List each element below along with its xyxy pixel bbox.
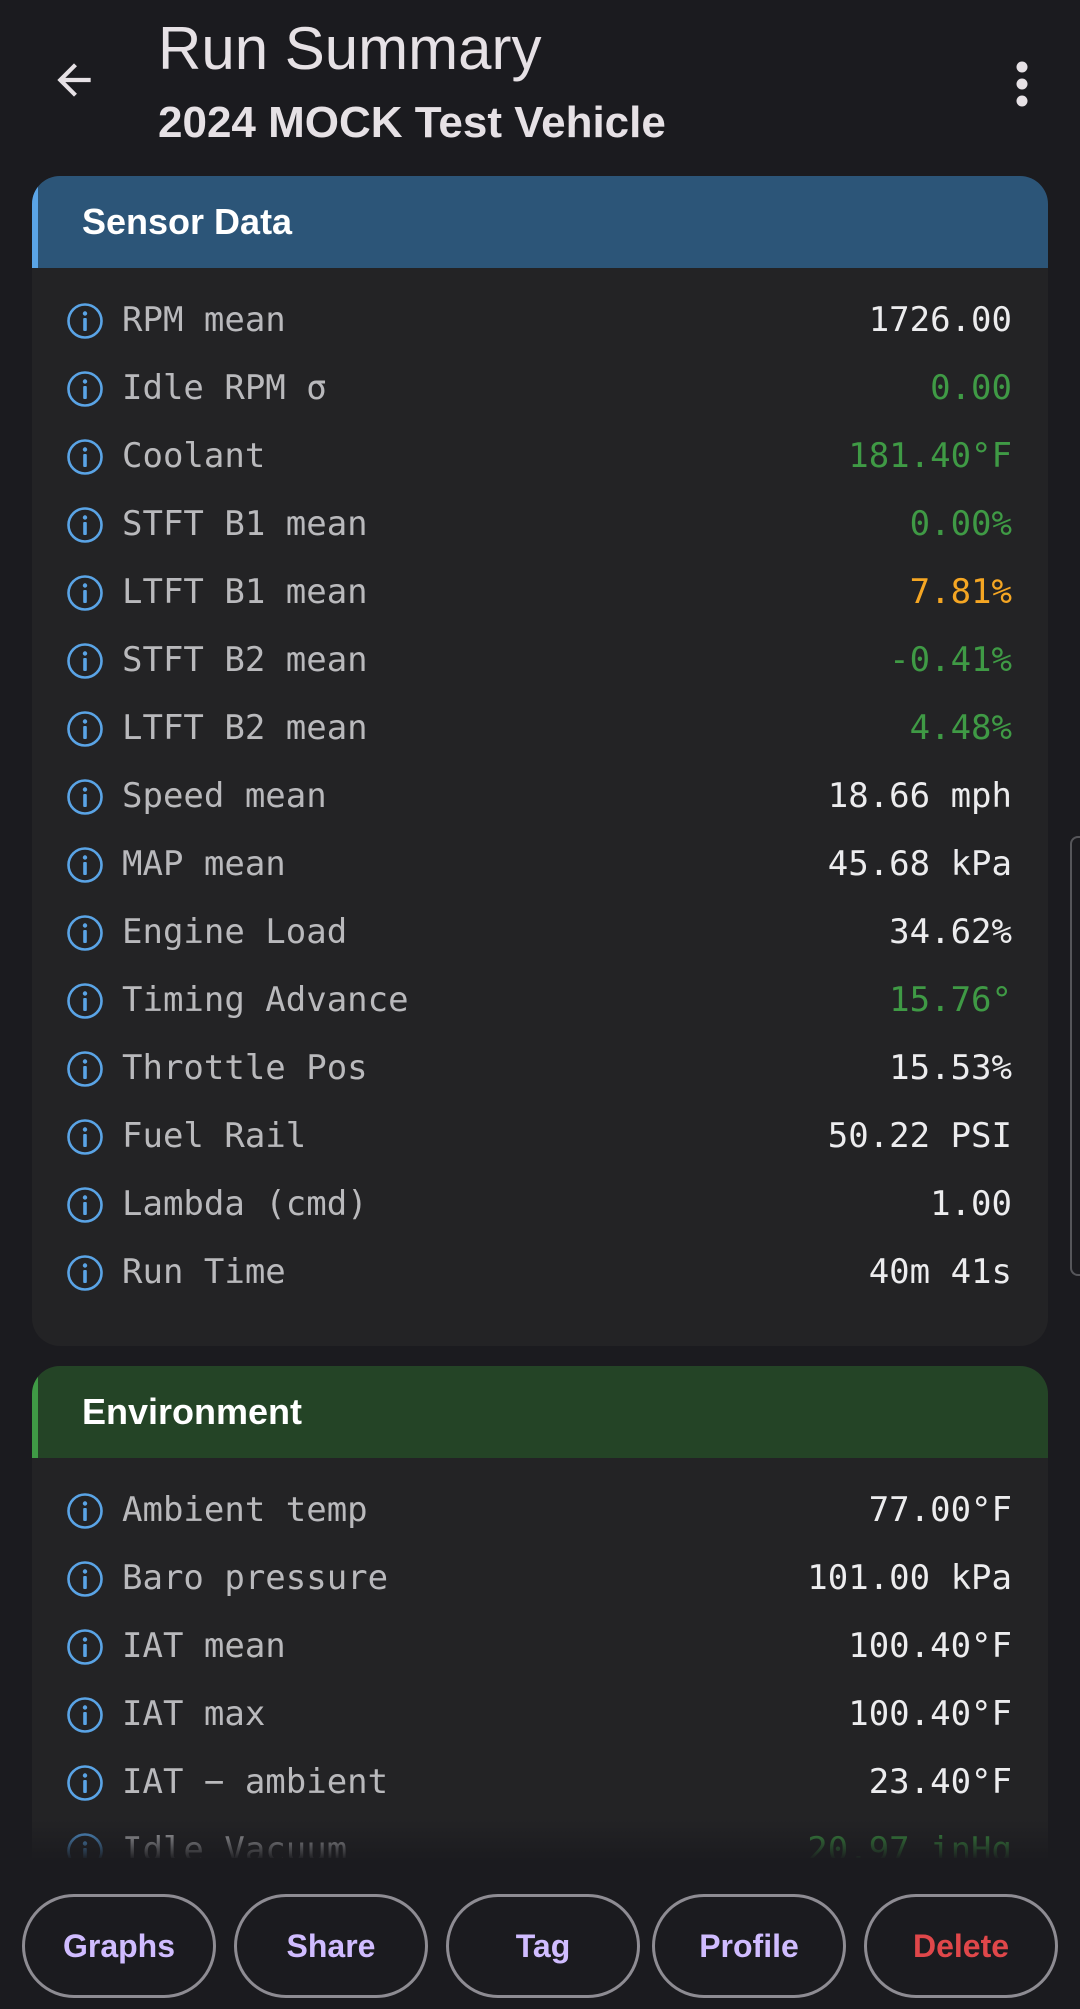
info-icon[interactable] [66, 1254, 104, 1292]
graphs-button[interactable]: Graphs [22, 1894, 216, 1998]
metric-label: RPM mean [122, 300, 286, 340]
metric-value: 100.40°F [848, 1626, 1012, 1666]
overflow-menu-button[interactable] [986, 48, 1058, 120]
metric-label: MAP mean [122, 844, 286, 884]
info-icon[interactable] [66, 778, 104, 816]
metric-row: Ambient temp 77.00°F [32, 1476, 1048, 1544]
metric-row: RPM mean 1726.00 [32, 286, 1048, 354]
page-title: Run Summary [158, 15, 542, 82]
metric-label: LTFT B1 mean [122, 572, 368, 612]
metric-label: Engine Load [122, 912, 348, 952]
info-icon[interactable] [66, 1492, 104, 1530]
tag-button[interactable]: Tag [446, 1894, 640, 1998]
metric-label: LTFT B2 mean [122, 708, 368, 748]
metric-row: MAP mean 45.68 kPa [32, 830, 1048, 898]
metric-value: 1726.00 [868, 300, 1012, 340]
info-icon[interactable] [66, 302, 104, 340]
metric-value: 15.76° [889, 980, 1012, 1020]
metric-value: 0.00% [909, 504, 1012, 544]
profile-button[interactable]: Profile [652, 1894, 846, 1998]
info-icon[interactable] [66, 1118, 104, 1156]
metric-label: STFT B2 mean [122, 640, 368, 680]
metric-value: 181.40°F [848, 436, 1012, 476]
info-icon[interactable] [66, 438, 104, 476]
info-icon[interactable] [66, 710, 104, 748]
metric-value: 0.00 [930, 368, 1012, 408]
info-icon[interactable] [66, 1186, 104, 1224]
metric-row: Idle RPM σ 0.00 [32, 354, 1048, 422]
metric-label: Throttle Pos [122, 1048, 368, 1088]
metric-value: 18.66 mph [827, 776, 1012, 816]
top-app-bar: Run Summary 2024 MOCK Test Vehicle [0, 0, 1080, 170]
info-icon[interactable] [66, 846, 104, 884]
metric-row: LTFT B1 mean 7.81% [32, 558, 1048, 626]
share-button[interactable]: Share [234, 1894, 428, 1998]
metric-row: Timing Advance 15.76° [32, 966, 1048, 1034]
metric-value: 23.40°F [868, 1762, 1012, 1802]
arrow-left-icon [57, 63, 91, 97]
metric-label: Fuel Rail [122, 1116, 307, 1156]
more-vertical-icon [1016, 61, 1028, 107]
metric-label: STFT B1 mean [122, 504, 368, 544]
metric-value: 1.00 [930, 1184, 1012, 1224]
metric-label: IAT mean [122, 1626, 286, 1666]
metric-value: 34.62% [889, 912, 1012, 952]
metric-row: STFT B2 mean -0.41% [32, 626, 1048, 694]
vehicle-subtitle: 2024 MOCK Test Vehicle [158, 98, 666, 147]
metric-row: IAT mean 100.40°F [32, 1612, 1048, 1680]
delete-button[interactable]: Delete [864, 1894, 1058, 1998]
metric-value: 15.53% [889, 1048, 1012, 1088]
metric-value: 77.00°F [868, 1490, 1012, 1530]
info-icon[interactable] [66, 914, 104, 952]
environment-header: Environment [32, 1366, 1048, 1458]
metric-label: Timing Advance [122, 980, 409, 1020]
metric-label: Run Time [122, 1252, 286, 1292]
metric-label: Baro pressure [122, 1558, 389, 1598]
metric-row: Engine Load 34.62% [32, 898, 1048, 966]
info-icon[interactable] [66, 574, 104, 612]
sensor-data-list: RPM mean 1726.00 Idle RPM σ 0.00 Coolant 181.… [32, 268, 1048, 1306]
info-icon[interactable] [66, 1764, 104, 1802]
metric-value: 101.00 kPa [807, 1558, 1012, 1598]
metric-value: 7.81% [909, 572, 1012, 612]
metric-value: 50.22 PSI [827, 1116, 1012, 1156]
info-icon[interactable] [66, 506, 104, 544]
info-icon[interactable] [66, 370, 104, 408]
metric-value: 40m 41s [868, 1252, 1012, 1292]
metric-label: Ambient temp [122, 1490, 368, 1530]
info-icon[interactable] [66, 1696, 104, 1734]
metric-row: LTFT B2 mean 4.48% [32, 694, 1048, 762]
metric-label: Idle RPM σ [122, 368, 327, 408]
metric-value: 100.40°F [848, 1694, 1012, 1734]
metric-row: Baro pressure 101.00 kPa [32, 1544, 1048, 1612]
metric-row: Throttle Pos 15.53% [32, 1034, 1048, 1102]
metric-label: Speed mean [122, 776, 327, 816]
sensor-data-card: Sensor Data RPM mean 1726.00 Idle RPM σ 0.0… [32, 176, 1048, 1346]
metric-row: IAT max 100.40°F [32, 1680, 1048, 1748]
metric-value: -0.41% [889, 640, 1012, 680]
metric-row: Speed mean 18.66 mph [32, 762, 1048, 830]
scroll-indicator[interactable] [1070, 836, 1080, 1276]
metric-label: Lambda (cmd) [122, 1184, 368, 1224]
metric-label: IAT − ambient [122, 1762, 389, 1802]
info-icon[interactable] [66, 1628, 104, 1666]
info-icon[interactable] [66, 642, 104, 680]
back-button[interactable] [38, 44, 110, 116]
metric-value: 45.68 kPa [827, 844, 1012, 884]
sensor-data-header: Sensor Data [32, 176, 1048, 268]
info-icon[interactable] [66, 982, 104, 1020]
bottom-fade [0, 1820, 1080, 1860]
run-summary-screen: Run Summary 2024 MOCK Test Vehicle Senso… [0, 0, 1080, 2009]
metric-row: Fuel Rail 50.22 PSI [32, 1102, 1048, 1170]
metric-label: Coolant [122, 436, 266, 476]
info-icon[interactable] [66, 1560, 104, 1598]
info-icon[interactable] [66, 1050, 104, 1088]
metric-row: IAT − ambient 23.40°F [32, 1748, 1048, 1816]
metric-row: Coolant 181.40°F [32, 422, 1048, 490]
metric-row: Run Time 40m 41s [32, 1238, 1048, 1306]
metric-label: IAT max [122, 1694, 266, 1734]
metric-value: 4.48% [909, 708, 1012, 748]
metric-row: STFT B1 mean 0.00% [32, 490, 1048, 558]
metric-row: Lambda (cmd) 1.00 [32, 1170, 1048, 1238]
